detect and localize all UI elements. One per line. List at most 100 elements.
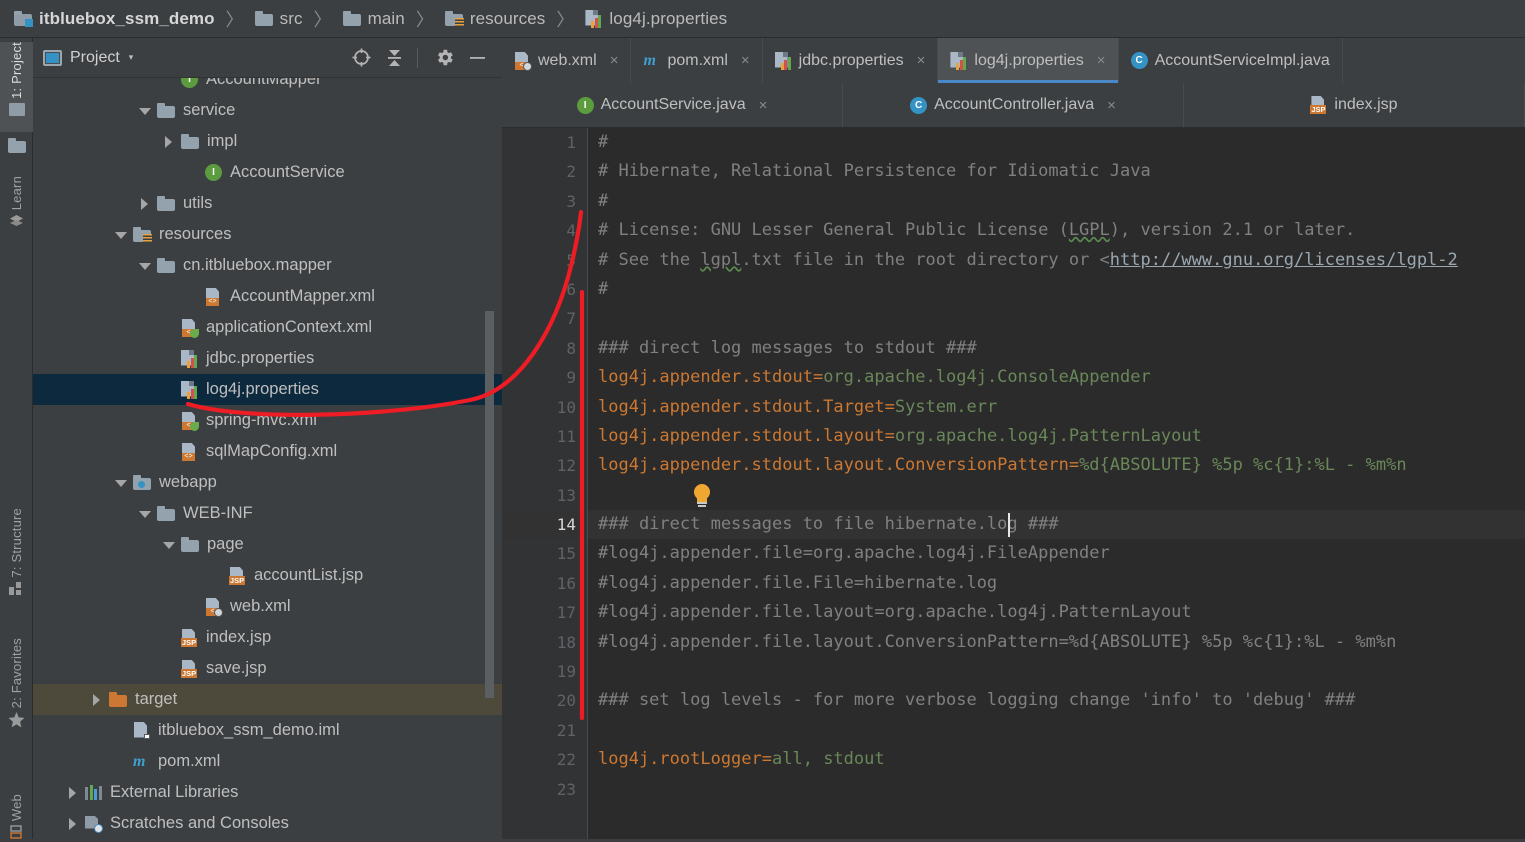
- chevron-right-icon[interactable]: [137, 196, 153, 212]
- code-view[interactable]: 1 2 3 4 5 6 7 8 9 10 11 12 13 14 15 16 17 18 19 20 21 22 23 # #…: [502, 128, 1525, 839]
- collapse-all-icon[interactable]: [379, 43, 409, 73]
- code-line[interactable]: #: [588, 187, 1525, 216]
- editor-tab-accountservice-java[interactable]: I AccountService.java ×: [502, 83, 843, 127]
- code-line[interactable]: #log4j.appender.file.layout.ConversionPa…: [588, 628, 1525, 657]
- code-line[interactable]: # Hibernate, Relational Persistence for …: [588, 157, 1525, 186]
- tree-item-page[interactable]: page: [33, 529, 502, 560]
- chevron-right-icon[interactable]: [65, 816, 81, 832]
- tree-item-service[interactable]: service: [33, 95, 502, 126]
- editor-tab-log4j-properties[interactable]: log4j.properties ×: [938, 38, 1119, 83]
- code-line[interactable]: log4j.appender.stdout.Target=System.err: [588, 393, 1525, 422]
- code-line[interactable]: #log4j.appender.file=org.apache.log4j.Fi…: [588, 539, 1525, 568]
- chevron-right-icon[interactable]: [65, 785, 81, 801]
- tree-item-web-xml[interactable]: < web.xml: [33, 591, 502, 622]
- chevron-down-icon[interactable]: [137, 103, 153, 119]
- code-line[interactable]: [588, 657, 1525, 686]
- tree-item-label: impl: [207, 132, 238, 150]
- tree-item-index-jsp[interactable]: JSP index.jsp: [33, 622, 502, 653]
- close-icon[interactable]: ×: [759, 97, 768, 114]
- code-line[interactable]: #log4j.appender.file.File=hibernate.log: [588, 569, 1525, 598]
- tree-item-resources[interactable]: resources: [33, 219, 502, 250]
- editor-tab-index-jsp[interactable]: JSP index.jsp: [1184, 83, 1525, 127]
- locate-icon[interactable]: [346, 43, 376, 73]
- tree-item-webapp[interactable]: webapp: [33, 467, 502, 498]
- close-icon[interactable]: ×: [917, 52, 926, 69]
- code-line[interactable]: log4j.rootLogger=all, stdout: [588, 745, 1525, 774]
- code-line[interactable]: ### set log levels - for more verbose lo…: [588, 686, 1525, 715]
- properties-file-icon: [950, 51, 967, 70]
- project-tree[interactable]: I AccountMapper service impl I AccountService…: [33, 78, 502, 839]
- tool-window-2-favorites[interactable]: 2: Favorites: [0, 638, 33, 768]
- gear-icon[interactable]: [429, 43, 459, 73]
- tree-item-web-inf[interactable]: WEB-INF: [33, 498, 502, 529]
- tree-item-impl[interactable]: impl: [33, 126, 502, 157]
- tree-item-pom-xml[interactable]: m pom.xml: [33, 746, 502, 777]
- code-line[interactable]: ### direct log messages to stdout ###: [588, 334, 1525, 363]
- tool-window-7-structure[interactable]: 7: Structure: [0, 508, 33, 626]
- code-line[interactable]: log4j.appender.stdout.layout.ConversionP…: [588, 451, 1525, 480]
- breadcrumb-item-itbluebox-ssm-demo[interactable]: itbluebox_ssm_demo: [14, 0, 215, 38]
- editor-tab-jdbc-properties[interactable]: jdbc.properties ×: [763, 38, 939, 83]
- chevron-down-icon[interactable]: [113, 475, 129, 491]
- tree-item-accountmapper-xml[interactable]: <> AccountMapper.xml: [33, 281, 502, 312]
- tree-item-accountlist-jsp[interactable]: JSP accountList.jsp: [33, 560, 502, 591]
- tree-item-log4j-properties[interactable]: log4j.properties: [33, 374, 502, 405]
- project-tree-scrollbar[interactable]: [485, 311, 494, 698]
- orange-folder-icon: [109, 692, 127, 707]
- code-line[interactable]: #: [588, 275, 1525, 304]
- close-icon[interactable]: ×: [1107, 97, 1116, 114]
- breadcrumb-item-main[interactable]: main: [342, 0, 405, 38]
- tree-item-sqlmapconfig-xml[interactable]: <> sqlMapConfig.xml: [33, 436, 502, 467]
- minimize-icon[interactable]: [462, 43, 492, 73]
- tree-item-accountservice[interactable]: I AccountService: [33, 157, 502, 188]
- editor-tab-web-xml[interactable]: < web.xml ×: [502, 38, 632, 83]
- tree-item-target[interactable]: target: [33, 684, 502, 715]
- code-line[interactable]: log4j.appender.stdout=org.apache.log4j.C…: [588, 363, 1525, 392]
- code-text[interactable]: # # Hibernate, Relational Persistence for…: [588, 128, 1525, 839]
- tree-item-jdbc-properties[interactable]: jdbc.properties: [33, 343, 502, 374]
- code-line[interactable]: #: [588, 128, 1525, 157]
- chevron-down-icon[interactable]: ▾: [129, 52, 134, 63]
- tree-item-itbluebox-ssm-demo-iml[interactable]: itbluebox_ssm_demo.iml: [33, 715, 502, 746]
- breadcrumb-item-src[interactable]: src: [254, 0, 303, 38]
- breadcrumb-item-log4j-properties[interactable]: log4j.properties: [585, 0, 727, 38]
- code-line[interactable]: ### direct messages to file hibernate.lo…: [588, 510, 1525, 540]
- tree-item-cn-itbluebox-mapper[interactable]: cn.itbluebox.mapper: [33, 250, 502, 281]
- breadcrumb-item-resources[interactable]: resources: [444, 0, 546, 38]
- code-line[interactable]: [588, 716, 1525, 745]
- tool-window-label: Learn: [9, 176, 24, 211]
- editor-tab-pom-xml[interactable]: m pom.xml ×: [631, 38, 763, 83]
- close-icon[interactable]: ×: [741, 52, 750, 69]
- tool-window-1-project[interactable]: 1: Project: [0, 42, 33, 132]
- chevron-down-icon[interactable]: [137, 506, 153, 522]
- code-line[interactable]: log4j.appender.stdout.layout=org.apache.…: [588, 422, 1525, 451]
- scratches-icon: [85, 815, 103, 833]
- tree-item-accountmapper[interactable]: I AccountMapper: [33, 78, 502, 95]
- chevron-right-icon[interactable]: [161, 134, 177, 150]
- tool-window-learn[interactable]: Learn: [0, 176, 33, 254]
- lightbulb-icon[interactable]: [692, 483, 712, 508]
- tree-item-applicationcontext-xml[interactable]: < applicationContext.xml: [33, 312, 502, 343]
- tool-window-folder-icon[interactable]: [0, 134, 33, 168]
- editor-tab-accountserviceimpl-java[interactable]: C AccountServiceImpl.java: [1119, 38, 1343, 83]
- tree-item-spring-mvc-xml[interactable]: < spring-mvc.xml: [33, 405, 502, 436]
- code-line[interactable]: # License: GNU Lesser General Public Lic…: [588, 216, 1525, 245]
- code-line[interactable]: [588, 304, 1525, 333]
- code-line[interactable]: #log4j.appender.file.layout=org.apache.l…: [588, 598, 1525, 627]
- code-line[interactable]: [588, 775, 1525, 804]
- chevron-down-icon[interactable]: [137, 258, 153, 274]
- tree-item-utils[interactable]: utils: [33, 188, 502, 219]
- tree-item-external-libraries[interactable]: External Libraries: [33, 777, 502, 808]
- text-caret: [1008, 513, 1010, 538]
- close-icon[interactable]: ×: [610, 52, 619, 69]
- chevron-right-icon[interactable]: [89, 692, 105, 708]
- code-line[interactable]: [588, 481, 1525, 510]
- close-icon[interactable]: ×: [1097, 52, 1106, 69]
- editor-tab-accountcontroller-java[interactable]: C AccountController.java ×: [843, 83, 1184, 127]
- tool-window-web[interactable]: Web: [0, 794, 33, 839]
- chevron-down-icon[interactable]: [113, 227, 129, 243]
- tree-item-save-jsp[interactable]: JSP save.jsp: [33, 653, 502, 684]
- chevron-down-icon[interactable]: [161, 537, 177, 553]
- code-line[interactable]: # See the lgpl.txt file in the root dire…: [588, 246, 1525, 275]
- tree-item-scratches-and-consoles[interactable]: Scratches and Consoles: [33, 808, 502, 839]
